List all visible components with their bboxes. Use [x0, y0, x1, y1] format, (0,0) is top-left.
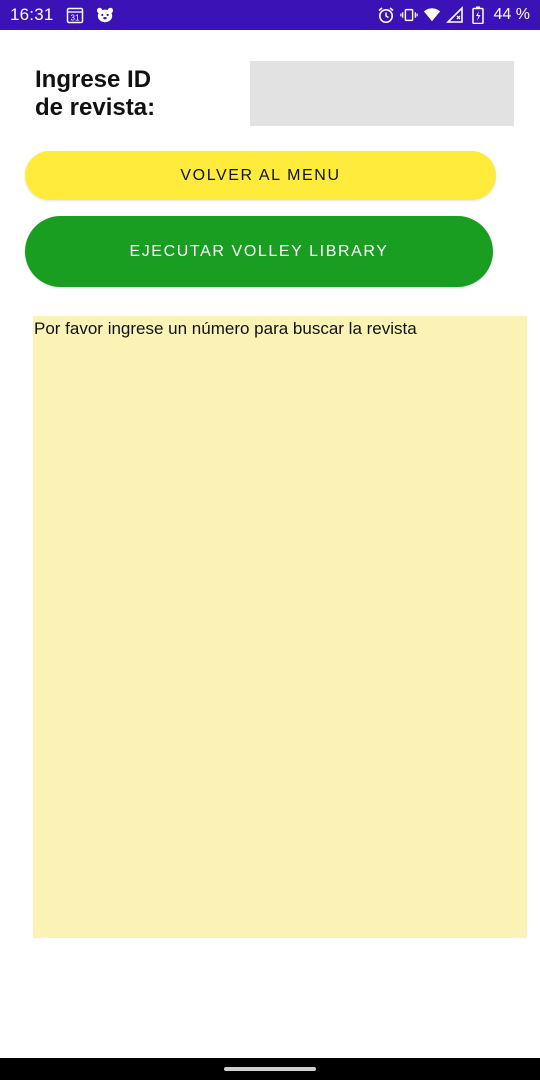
signal-icon [445, 6, 464, 24]
result-message: Por favor ingrese un número para buscar … [34, 319, 417, 338]
run-volley-library-button[interactable]: EJECUTAR VOLLEY LIBRARY [25, 216, 493, 287]
calendar-icon: 31 [66, 6, 84, 24]
wifi-icon [423, 6, 441, 24]
vibrate-icon [399, 6, 418, 24]
home-gesture-handle[interactable] [224, 1067, 316, 1071]
status-right-group: 44 % [377, 6, 530, 24]
battery-charging-icon [469, 6, 487, 24]
navigation-bar [0, 1058, 540, 1080]
bear-notification-icon [96, 6, 114, 24]
status-time: 16:31 [10, 5, 54, 24]
status-bar: 16:31 31 44 % [0, 0, 540, 30]
calendar-day: 31 [70, 14, 79, 23]
result-text-area: Por favor ingrese un número para buscar … [33, 316, 527, 938]
magazine-id-input[interactable] [250, 61, 514, 126]
magazine-id-label: Ingrese ID de revista: [35, 66, 156, 121]
app-screen: 16:31 31 44 % Ingrese ID de revista: VOL… [0, 0, 540, 1080]
status-left-group: 16:31 31 [10, 5, 114, 25]
alarm-icon [377, 6, 395, 24]
battery-percent: 44 % [493, 6, 530, 23]
back-to-menu-button[interactable]: VOLVER AL MENU [25, 151, 496, 200]
